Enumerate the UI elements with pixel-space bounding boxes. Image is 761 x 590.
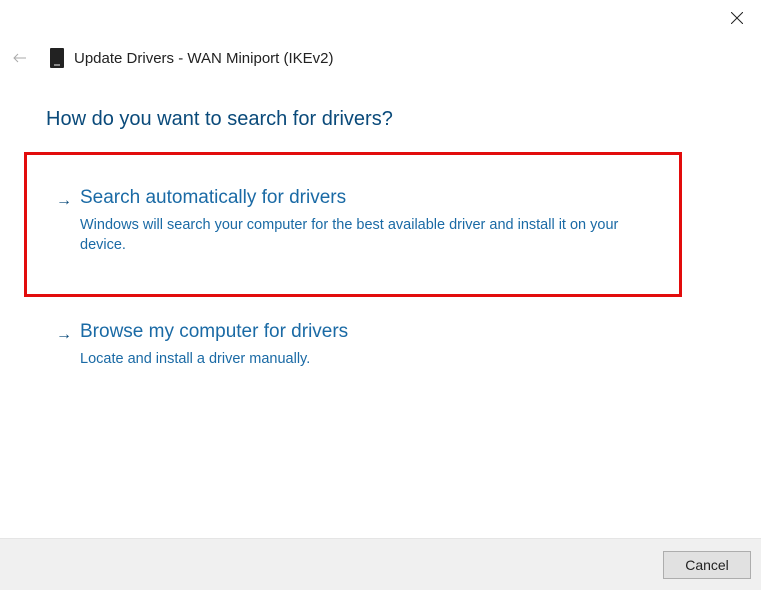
dialog-header: Update Drivers - WAN Miniport (IKEv2) bbox=[10, 48, 334, 68]
device-icon bbox=[50, 48, 64, 68]
option-search-automatically[interactable]: → Search automatically for drivers Windo… bbox=[56, 186, 676, 255]
arrow-right-icon: → bbox=[56, 192, 72, 210]
option-description: Windows will search your computer for th… bbox=[80, 215, 640, 256]
close-icon bbox=[731, 12, 743, 24]
option-title: Search automatically for drivers bbox=[80, 186, 676, 211]
option-description: Locate and install a driver manually. bbox=[80, 349, 640, 369]
dialog-footer: Cancel bbox=[0, 538, 761, 590]
dialog-title: Update Drivers - WAN Miniport (IKEv2) bbox=[74, 50, 334, 67]
back-arrow-icon bbox=[13, 53, 27, 63]
arrow-right-icon: → bbox=[56, 326, 72, 344]
cancel-button[interactable]: Cancel bbox=[663, 551, 751, 579]
option-title: Browse my computer for drivers bbox=[80, 320, 676, 345]
back-button[interactable] bbox=[10, 48, 30, 68]
option-browse-computer[interactable]: → Browse my computer for drivers Locate … bbox=[56, 320, 676, 369]
page-title: How do you want to search for drivers? bbox=[46, 108, 393, 131]
close-button[interactable] bbox=[727, 8, 747, 28]
